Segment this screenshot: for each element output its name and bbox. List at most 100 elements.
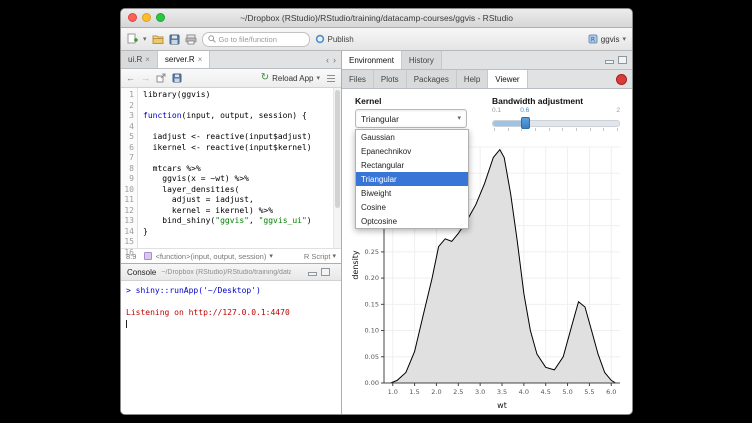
code-line[interactable]: iadjust <- reactive(input$adjust)	[143, 132, 341, 143]
slider-tick	[576, 128, 577, 131]
file-type-selector[interactable]: R Script ▾	[304, 252, 336, 261]
slider-track[interactable]	[492, 120, 620, 127]
kernel-select[interactable]: Triangular ▾	[355, 109, 467, 128]
new-file-icon[interactable]	[127, 32, 138, 46]
code-line[interactable]: }	[143, 227, 341, 238]
open-file-icon[interactable]	[152, 32, 164, 46]
tab-scroll-controls: ‹ ›	[326, 51, 341, 68]
file-type-label: R Script	[304, 252, 331, 261]
code-line[interactable]	[143, 153, 341, 164]
svg-text:0.20: 0.20	[365, 274, 379, 282]
option-gaussian[interactable]: Gaussian	[356, 130, 468, 144]
window-title: ~/Dropbox (RStudio)/RStudio/training/dat…	[121, 13, 632, 23]
svg-text:0.10: 0.10	[365, 327, 379, 335]
tab-label: Packages	[414, 75, 449, 84]
code-line[interactable]	[143, 248, 341, 249]
document-outline-icon[interactable]	[326, 71, 336, 85]
source-console-column: ui.R×server.R× ‹ › ← → ↻ Reload App	[121, 51, 342, 414]
close-window-button[interactable]	[128, 13, 137, 22]
tab-packages[interactable]: Packages	[407, 70, 457, 88]
line-number: 15	[121, 237, 134, 248]
tab-server-r[interactable]: server.R×	[158, 51, 210, 68]
option-biweight[interactable]: Biweight	[356, 186, 468, 200]
code-line[interactable]: adjust = iadjust,	[143, 195, 341, 206]
editor-scrollbar[interactable]	[333, 88, 341, 248]
goto-file-input[interactable]: Go to file/function	[202, 32, 310, 47]
close-tab-icon[interactable]: ×	[198, 56, 203, 64]
option-epanechnikov[interactable]: Epanechnikov	[356, 144, 468, 158]
line-number: 3	[121, 111, 134, 122]
popout-window-icon[interactable]	[156, 71, 166, 85]
reload-app-button[interactable]: ↻ Reload App ▾	[261, 73, 320, 83]
option-optcosine[interactable]: Optcosine	[356, 214, 468, 228]
bandwidth-slider[interactable]: 0.1 2 0.6	[492, 107, 620, 137]
slider-value-label: 0.6	[520, 107, 529, 114]
console-working-directory: ~/Dropbox (RStudio)/RStudio/training/dat…	[161, 269, 291, 276]
option-triangular[interactable]: Triangular	[356, 172, 468, 186]
code-line[interactable]: bind_shiny("ggvis", "ggvis_ui")	[143, 216, 341, 227]
tab-plots[interactable]: Plots	[374, 70, 407, 88]
minimize-window-button[interactable]	[142, 13, 151, 22]
environment-pane-buttons	[605, 51, 632, 69]
zoom-window-button[interactable]	[156, 13, 165, 22]
scope-selector[interactable]: <function>(input, output, session) ▾	[144, 252, 272, 261]
publish-button[interactable]: Publish	[315, 34, 354, 44]
svg-text:2.5: 2.5	[453, 388, 463, 396]
code-line[interactable]: library(ggvis)	[143, 90, 341, 101]
scroll-tabs-right-icon[interactable]: ›	[333, 55, 336, 65]
code-lines[interactable]: library(ggvis) function(input, output, s…	[138, 88, 341, 248]
code-line[interactable]: function(input, output, session) {	[143, 111, 341, 122]
forward-icon[interactable]: →	[141, 73, 150, 83]
slider-tick	[590, 128, 591, 131]
tab-help[interactable]: Help	[457, 70, 488, 88]
reload-options-caret-icon[interactable]: ▾	[316, 75, 320, 82]
main-toolbar: ▾ Go to file/function Publish R ggvis ▾	[121, 28, 632, 51]
print-icon[interactable]	[185, 32, 197, 46]
tab-files[interactable]: Files	[342, 70, 374, 88]
file-type-caret-icon: ▾	[332, 253, 336, 260]
svg-text:4.0: 4.0	[519, 388, 529, 396]
code-line[interactable]: mtcars %>%	[143, 164, 341, 175]
minimize-pane-icon[interactable]	[308, 272, 317, 276]
maximize-pane-icon[interactable]	[618, 56, 627, 64]
editor-scrollbar-thumb[interactable]	[335, 90, 340, 208]
console-output[interactable]: > shiny::runApp('~/Desktop') Listening o…	[121, 281, 341, 414]
console-pane: Console ~/Dropbox (RStudio)/RStudio/trai…	[121, 263, 341, 414]
save-icon[interactable]	[169, 32, 180, 46]
slider-tick	[508, 128, 509, 131]
minimize-pane-icon[interactable]	[605, 60, 614, 64]
project-menu-button[interactable]: R ggvis ▾	[588, 34, 626, 44]
save-file-icon[interactable]	[172, 71, 182, 85]
tab-ui-r[interactable]: ui.R×	[121, 51, 158, 68]
code-line[interactable]	[143, 101, 341, 112]
line-number: 7	[121, 153, 134, 164]
code-line[interactable]: ggvis(x = ~wt) %>%	[143, 174, 341, 185]
slider-tick	[494, 128, 495, 131]
kernel-dropdown: GaussianEpanechnikovRectangularTriangula…	[355, 129, 469, 229]
traffic-lights	[128, 13, 165, 22]
tab-environment[interactable]: Environment	[342, 51, 402, 69]
code-line[interactable]: layer_densities(	[143, 185, 341, 196]
code-line[interactable]: ikernel <- reactive(input$kernel)	[143, 143, 341, 154]
reload-app-label: Reload App	[272, 74, 313, 83]
code-line[interactable]	[143, 237, 341, 248]
code-line[interactable]: kernel = ikernel) %>%	[143, 206, 341, 217]
option-cosine[interactable]: Cosine	[356, 200, 468, 214]
tab-viewer[interactable]: Viewer	[488, 70, 527, 88]
stop-app-icon[interactable]	[616, 74, 627, 85]
line-number: 2	[121, 101, 134, 112]
scroll-tabs-left-icon[interactable]: ‹	[326, 55, 329, 65]
back-icon[interactable]: ←	[126, 73, 135, 83]
svg-text:5.5: 5.5	[584, 388, 594, 396]
select-caret-icon: ▾	[457, 115, 461, 122]
code-editor[interactable]: 12345678910111213141516 library(ggvis) f…	[121, 88, 341, 248]
new-file-caret-icon[interactable]: ▾	[143, 36, 147, 43]
line-number: 16	[121, 248, 134, 259]
option-rectangular[interactable]: Rectangular	[356, 158, 468, 172]
maximize-pane-icon[interactable]	[321, 268, 330, 276]
code-line[interactable]	[143, 122, 341, 133]
line-number: 4	[121, 122, 134, 133]
console-line	[126, 296, 336, 307]
close-tab-icon[interactable]: ×	[145, 56, 150, 64]
tab-history[interactable]: History	[402, 51, 442, 69]
